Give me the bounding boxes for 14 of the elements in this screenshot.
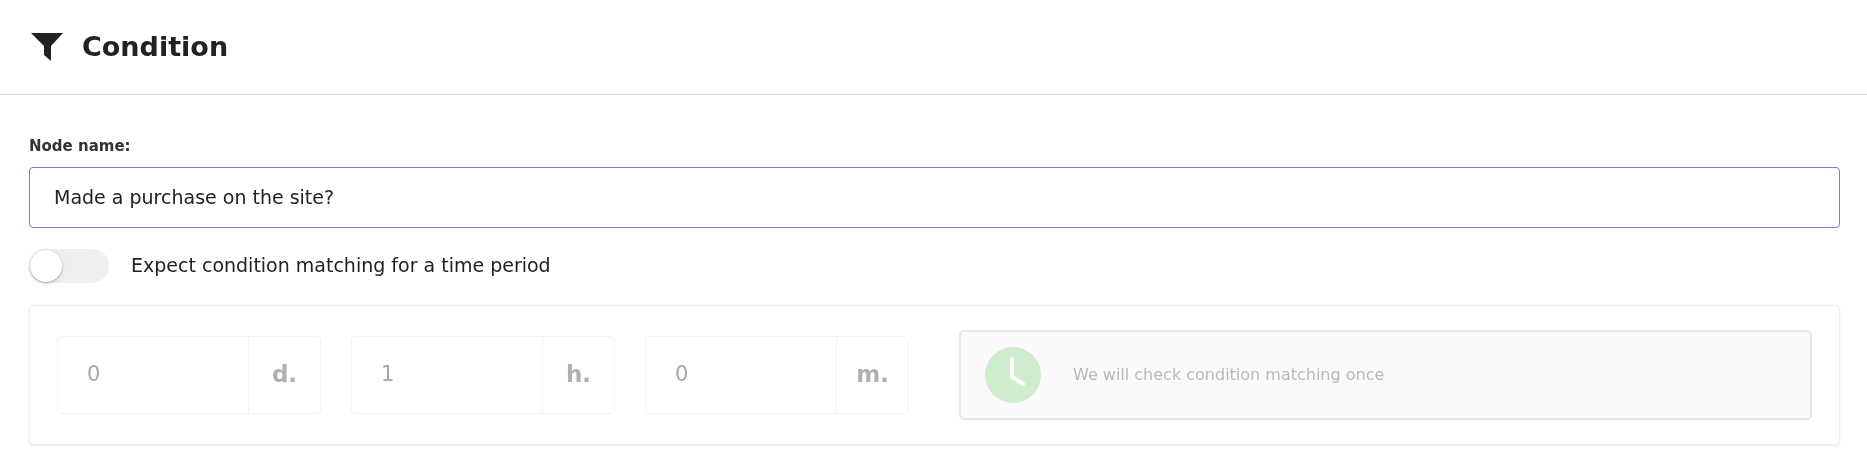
field-label: Node name: [29, 136, 132, 157]
toggle-switch[interactable] [29, 248, 109, 283]
filter-icon [30, 32, 64, 62]
unit-label: d. [248, 336, 320, 413]
info-text: We will check condition matching once [1073, 363, 1385, 386]
panel-title: Condition [82, 29, 229, 64]
duration-value: 0 [86, 360, 102, 388]
duration-value: 1 [380, 360, 396, 388]
duration-value: 0 [674, 360, 690, 388]
unit-label: h. [542, 336, 614, 413]
clock-icon [985, 346, 1041, 403]
unit-label: m. [836, 336, 908, 413]
node-name-field[interactable]: Made a purchase on the site? [29, 166, 1840, 228]
toggle-label: Expect condition matching for a time period [131, 253, 551, 279]
